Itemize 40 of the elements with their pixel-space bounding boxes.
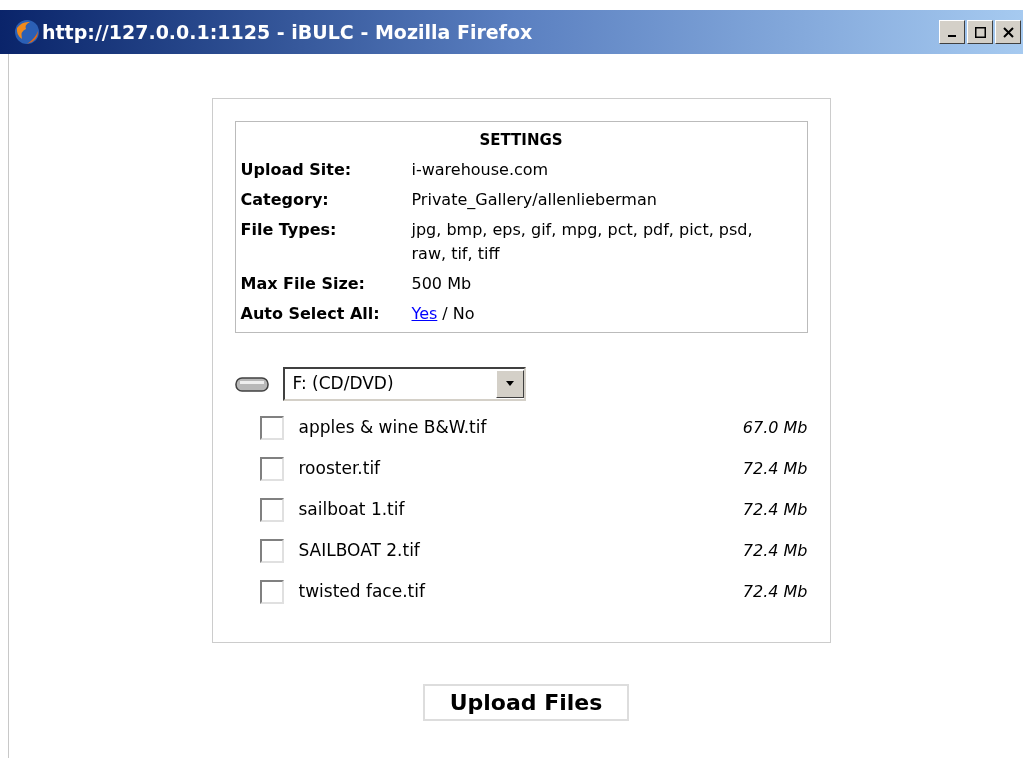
close-icon <box>1002 26 1014 38</box>
setting-value: 500 Mb <box>411 273 472 295</box>
setting-label: Max File Size: <box>240 273 366 295</box>
file-checkbox[interactable] <box>259 456 284 481</box>
separator: / <box>442 303 448 325</box>
option-link[interactable]: Yes <box>411 302 438 326</box>
file-size: 72.4 Mb <box>742 539 808 562</box>
setting-value: i-warehouse.com <box>411 159 549 181</box>
upload-files-button[interactable]: Upload Files <box>423 684 629 721</box>
window-title: http://127.0.0.1:1125 - iBULC - Mozilla Firefox <box>42 19 533 45</box>
globe-icon <box>14 19 40 45</box>
minimize-icon <box>948 35 956 37</box>
file-size: 72.4 Mb <box>742 457 808 480</box>
file-checkbox[interactable] <box>259 497 284 522</box>
maximize-icon <box>974 26 986 38</box>
caret-icon <box>504 381 515 387</box>
close-button[interactable] <box>995 20 1021 44</box>
file-name: apples & wine B&W.tif <box>298 415 488 439</box>
settings-heading: SETTINGS <box>478 130 564 151</box>
file-checkbox[interactable] <box>259 415 284 440</box>
setting-label: Upload Site: <box>240 159 353 181</box>
setting-label: File Types: <box>240 219 338 241</box>
file-size: 72.4 Mb <box>742 498 808 521</box>
file-checkbox[interactable] <box>259 538 284 563</box>
drive-icon <box>234 375 269 393</box>
minimize-button[interactable] <box>939 20 965 44</box>
setting-value: Private_Gallery/allenlieberman <box>411 189 657 211</box>
file-size: 72.4 Mb <box>742 580 808 603</box>
option-text: No <box>452 303 475 325</box>
file-name: sailboat 1.tif <box>298 497 406 521</box>
setting-value: jpg, bmp, eps, gif, mpg, pct, pdf, pict, psd, raw, tif, tiff <box>411 219 754 265</box>
file-name: twisted face.tif <box>298 579 427 603</box>
file-checkbox[interactable] <box>259 579 284 604</box>
setting-label: Auto Select All: <box>240 303 381 325</box>
file-name: SAILBOAT 2.tif <box>298 538 421 562</box>
maximize-button[interactable] <box>967 20 993 44</box>
drive-select[interactable]: F: (CD/DVD) <box>282 367 526 401</box>
file-size: 67.0 Mb <box>742 416 808 439</box>
file-name: rooster.tif <box>298 456 382 480</box>
setting-label: Category: <box>240 189 330 211</box>
